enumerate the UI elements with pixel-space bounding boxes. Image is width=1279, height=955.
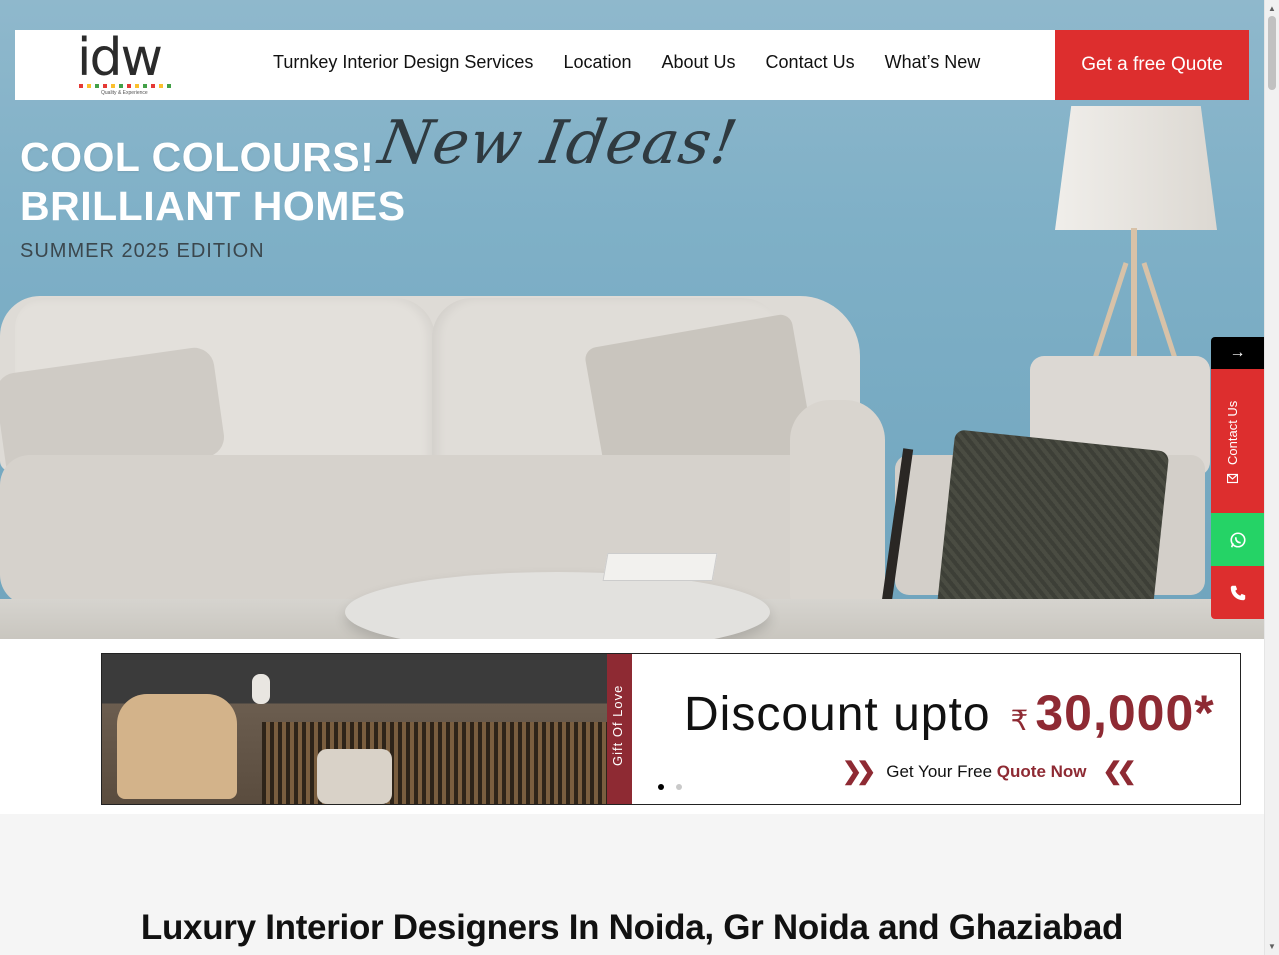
promo-quote-cta[interactable]: ❯❯ Get Your Free Quote Now ❮❮: [842, 757, 1137, 786]
discount-headline: Discount upto ₹ 30,000*: [684, 684, 1215, 742]
promo-cta-highlight: Quote Now: [996, 761, 1087, 781]
envelope-icon: [1227, 473, 1238, 484]
phone-icon: [1230, 585, 1245, 600]
logo-tagline: Quality & Experience: [101, 90, 148, 96]
carousel-dot-2[interactable]: [676, 784, 682, 790]
site-logo[interactable]: idw Quality & Experience: [77, 28, 177, 98]
nav-item-contact-us[interactable]: Contact Us: [766, 52, 855, 73]
sofa-arm: [790, 400, 885, 605]
page-heading: Luxury Interior Designers In Noida, Gr N…: [140, 908, 1124, 947]
collapse-arrow-button[interactable]: →: [1211, 337, 1264, 369]
nav-item-turnkey-services[interactable]: Turnkey Interior Design Services: [273, 52, 533, 73]
hero-edition: SUMMER 2025 EDITION: [20, 240, 265, 262]
gift-of-love-label: Gift Of Love: [610, 684, 625, 766]
nav-item-location[interactable]: Location: [563, 52, 631, 73]
phone-button[interactable]: [1211, 566, 1264, 619]
discount-amount: 30,000*: [1035, 685, 1215, 741]
hero-title-line2: BRILLIANT HOMES: [20, 183, 406, 229]
promo-image: [102, 654, 607, 804]
chevron-left-icon: ❮❮: [1102, 758, 1137, 785]
promo-carousel-slide[interactable]: Gift Of Love Discount upto ₹ 30,000* ❯❯ …: [101, 653, 1241, 805]
whatsapp-icon: [1229, 531, 1246, 548]
carousel-dots: [658, 784, 682, 790]
main-nav: Turnkey Interior Design Services Locatio…: [273, 52, 980, 73]
gift-of-love-strip: Gift Of Love: [607, 654, 632, 804]
get-free-quote-button[interactable]: Get a free Quote: [1055, 30, 1249, 100]
nav-item-whats-new[interactable]: What’s New: [885, 52, 981, 73]
floor-lamp-pole: [1131, 228, 1137, 368]
scroll-down-icon[interactable]: ▼: [1268, 942, 1276, 951]
chevron-right-icon: ❯❯: [842, 758, 876, 785]
whatsapp-button[interactable]: [1211, 513, 1264, 566]
scrollbar-thumb[interactable]: [1268, 16, 1276, 90]
hero-title-line1: COOL COLOURS!: [20, 134, 375, 180]
logo-text: idw: [77, 28, 163, 88]
nav-item-about-us[interactable]: About Us: [662, 52, 736, 73]
floating-contact-button[interactable]: Contact Us: [1211, 369, 1264, 513]
promo-image-vase: [252, 674, 270, 704]
books: [602, 553, 718, 581]
scroll-up-icon[interactable]: ▲: [1268, 4, 1276, 13]
site-header: idw Quality & Experience Turnkey Interio…: [15, 28, 1249, 100]
promo-image-chair: [117, 694, 237, 799]
logo-dots: [79, 84, 171, 88]
promo-image-slats: [262, 722, 607, 804]
floating-contact-label: Contact Us: [1225, 400, 1240, 465]
page-scrollbar[interactable]: ▲ ▼: [1264, 0, 1279, 955]
hero-script-title: New Ideas!: [373, 108, 743, 178]
promo-image-ottoman: [317, 749, 392, 804]
carousel-dot-1[interactable]: [658, 784, 664, 790]
discount-text: Discount upto: [684, 688, 991, 741]
promo-cta-prefix: Get Your Free: [886, 761, 993, 781]
currency-symbol: ₹: [1010, 705, 1030, 736]
floor-lamp-shade: [1055, 106, 1217, 230]
